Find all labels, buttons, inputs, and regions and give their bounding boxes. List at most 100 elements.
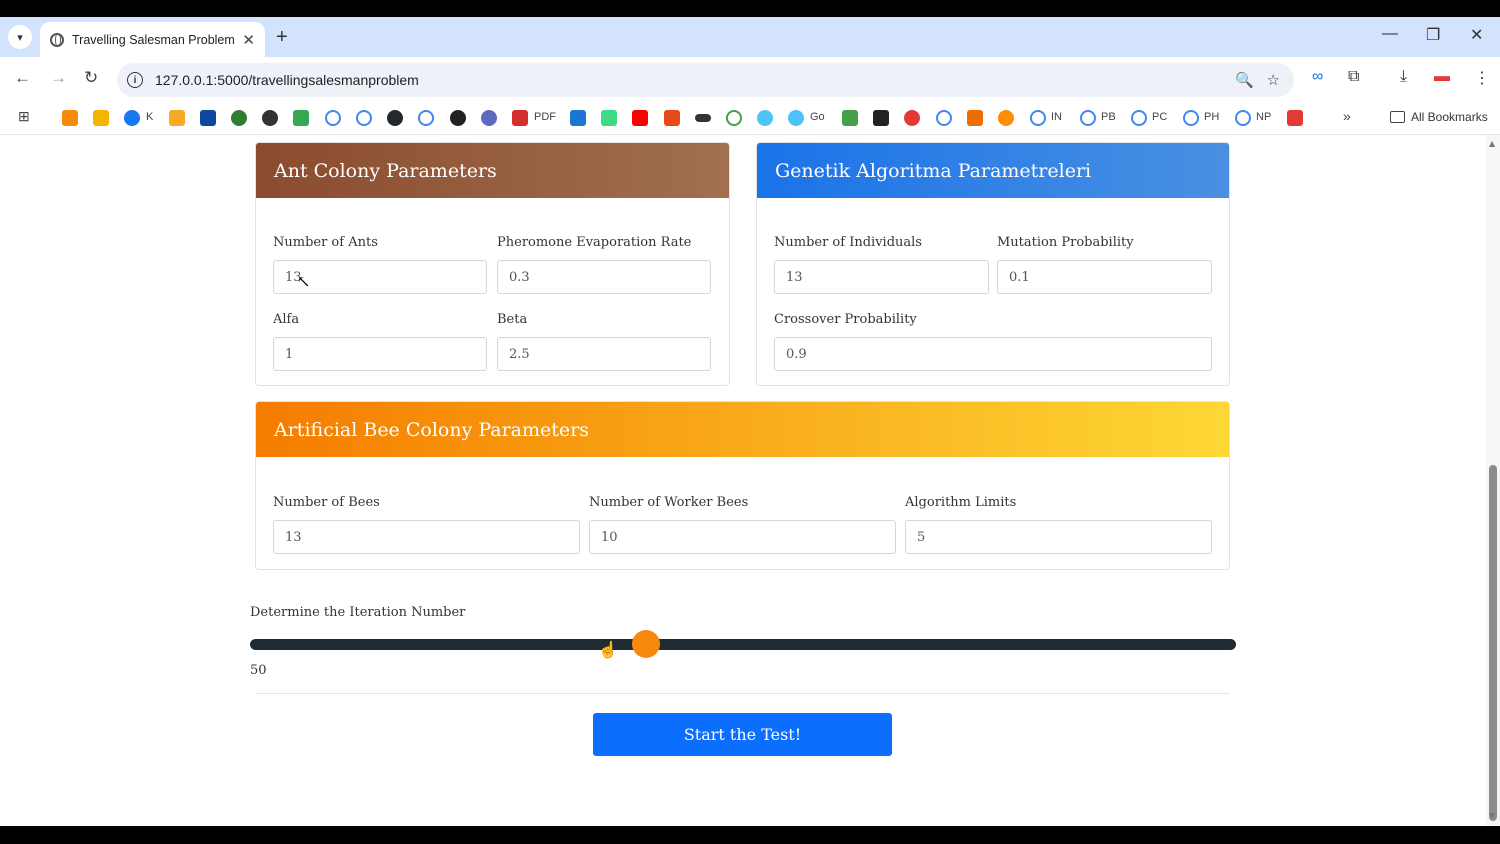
more-bookmarks-chevron-icon[interactable]: » — [1343, 108, 1351, 124]
iteration-label: Determine the Iteration Number — [250, 605, 466, 620]
matlab-icon[interactable] — [967, 110, 983, 126]
google-icon[interactable] — [1235, 110, 1251, 126]
analytics-icon[interactable] — [169, 110, 185, 126]
tab-title: Travelling Salesman Problem — [72, 32, 235, 47]
google-icon[interactable] — [418, 110, 434, 126]
bookmark-icon[interactable] — [842, 110, 858, 126]
window-close-icon[interactable]: ✕ — [1470, 25, 1483, 45]
mutation-probability-label: Mutation Probability — [997, 235, 1134, 250]
bookmark-icon[interactable] — [998, 110, 1014, 126]
bookmark-label[interactable]: Go — [810, 111, 825, 123]
pdf-icon[interactable] — [512, 110, 528, 126]
crossover-probability-label: Crossover Probability — [774, 312, 917, 327]
google-icon[interactable] — [1080, 110, 1096, 126]
profile-icon[interactable]: ▬ — [1434, 68, 1450, 86]
bookmark-icon[interactable] — [757, 110, 773, 126]
site-info-icon[interactable]: i — [127, 72, 143, 88]
bookmark-icon[interactable] — [873, 110, 889, 126]
reload-icon[interactable]: ↻ — [84, 68, 98, 88]
bookmark-icon[interactable] — [726, 110, 742, 126]
alfa-input[interactable]: 1 — [273, 337, 487, 371]
bookmark-label[interactable]: PC — [1152, 111, 1167, 123]
bookmark-label[interactable]: IN — [1051, 111, 1062, 123]
bookmark-icon[interactable] — [695, 114, 711, 122]
bookmark-icon[interactable] — [904, 110, 920, 126]
zoom-and-bookmark-icons[interactable]: 🔍 ☆ — [1235, 71, 1280, 89]
iteration-slider-track[interactable] — [250, 639, 1236, 650]
bookmark-icon[interactable] — [788, 110, 804, 126]
google-icon[interactable] — [936, 110, 952, 126]
bookmark-icon[interactable] — [664, 110, 680, 126]
scroll-up-arrow-icon[interactable]: ▲ — [1489, 139, 1495, 148]
tab-active[interactable]: Travelling Salesman Problem ✕ — [40, 22, 265, 57]
facebook-icon[interactable] — [124, 110, 140, 126]
mutation-probability-input[interactable]: 0.1 — [997, 260, 1212, 294]
genetic-title: Genetik Algoritma Parametreleri — [757, 143, 1229, 198]
algorithm-limits-input[interactable]: 5 — [905, 520, 1212, 554]
extension-infinity-icon[interactable]: ∞ — [1312, 68, 1323, 86]
all-bookmarks-button[interactable]: All Bookmarks — [1390, 110, 1488, 124]
android-icon[interactable] — [601, 110, 617, 126]
bookmark-icon[interactable] — [1287, 110, 1303, 126]
tab-close-icon[interactable]: ✕ — [242, 31, 255, 49]
extensions-puzzle-icon[interactable]: ⧉ — [1348, 68, 1359, 86]
menu-kebab-icon[interactable]: ⋮ — [1474, 68, 1490, 88]
forward-arrow-icon[interactable]: → — [50, 68, 67, 88]
minimize-icon[interactable]: — — [1382, 25, 1398, 43]
algorithm-limits-label: Algorithm Limits — [905, 495, 1017, 510]
bookmark-label[interactable]: NP — [1256, 111, 1271, 123]
all-bookmarks-label: All Bookmarks — [1411, 110, 1488, 124]
download-icon[interactable]: ⤓ — [1400, 68, 1407, 86]
bookmark-icon[interactable] — [62, 110, 78, 126]
worker-bees-input[interactable]: 10 — [589, 520, 896, 554]
scroll-down-arrow-icon[interactable]: ▼ — [1489, 811, 1495, 820]
bookmark-icon[interactable] — [481, 110, 497, 126]
page-scrollbar[interactable]: ▲ ▼ — [1486, 135, 1500, 826]
bookmark-icon[interactable] — [570, 110, 586, 126]
bee-colony-title: Artificial Bee Colony Parameters — [256, 402, 1229, 457]
url-text[interactable]: 127.0.0.1:5000/travellingsalesmanproblem — [155, 72, 419, 88]
google-icon[interactable] — [1131, 110, 1147, 126]
globe-bookmark-icon[interactable] — [262, 110, 278, 126]
scrollbar-thumb[interactable] — [1489, 465, 1497, 821]
new-tab-plus-icon[interactable]: + — [276, 26, 288, 49]
number-of-ants-label: Number of Ants — [273, 235, 378, 250]
google-icon[interactable] — [1183, 110, 1199, 126]
github-icon[interactable] — [387, 110, 403, 126]
evaporation-rate-input[interactable]: 0.3 — [497, 260, 711, 294]
browser-toolbar: ← → ↻ i 127.0.0.1:5000/travellingsalesma… — [0, 57, 1500, 101]
tab-search-chevron-icon[interactable]: ▾ — [8, 25, 32, 49]
bookmark-label[interactable]: PH — [1204, 111, 1219, 123]
bookmark-icon[interactable] — [231, 110, 247, 126]
back-arrow-icon[interactable]: ← — [14, 68, 31, 88]
tab-strip: ▾ Travelling Salesman Problem ✕ + — ❐ ✕ — [0, 17, 1500, 57]
iteration-value: 50 — [250, 663, 267, 678]
bookmark-icon[interactable] — [450, 110, 466, 126]
number-of-individuals-input[interactable]: 13 — [774, 260, 989, 294]
bookmark-icon[interactable] — [93, 110, 109, 126]
globe-icon — [50, 32, 64, 47]
bookmark-label[interactable]: K — [146, 111, 153, 123]
page-content: Ant Colony Parameters Number of Ants 13 … — [0, 135, 1500, 826]
number-of-bees-input[interactable]: 13 — [273, 520, 580, 554]
google-icon[interactable] — [325, 110, 341, 126]
start-test-button[interactable]: Start the Test! — [593, 713, 892, 756]
crossover-probability-input[interactable]: 0.9 — [774, 337, 1212, 371]
google-icon[interactable] — [356, 110, 372, 126]
iteration-slider-thumb[interactable] — [632, 630, 661, 658]
address-bar[interactable]: i 127.0.0.1:5000/travellingsalesmanprobl… — [117, 63, 1294, 97]
browser-window: ▾ Travelling Salesman Problem ✕ + — ❐ ✕ … — [0, 17, 1500, 826]
google-icon[interactable] — [1030, 110, 1046, 126]
number-of-individuals-label: Number of Individuals — [774, 235, 922, 250]
bookmark-label[interactable]: PB — [1101, 111, 1116, 123]
ieee-icon[interactable] — [200, 110, 216, 126]
restore-icon[interactable]: ❐ — [1426, 25, 1440, 45]
beta-input[interactable]: 2.5 — [497, 337, 711, 371]
bookmark-label[interactable]: PDF — [534, 111, 556, 123]
youtube-icon[interactable] — [632, 110, 648, 126]
bookmarks-bar: ⊞ K PDF Go IN PB PC PH NP » All Bookmark… — [0, 101, 1500, 135]
evaporation-rate-label: Pheromone Evaporation Rate — [497, 235, 692, 250]
apps-grid-icon[interactable]: ⊞ — [18, 108, 30, 125]
ant-colony-title: Ant Colony Parameters — [256, 143, 729, 198]
sheets-icon[interactable] — [293, 110, 309, 126]
